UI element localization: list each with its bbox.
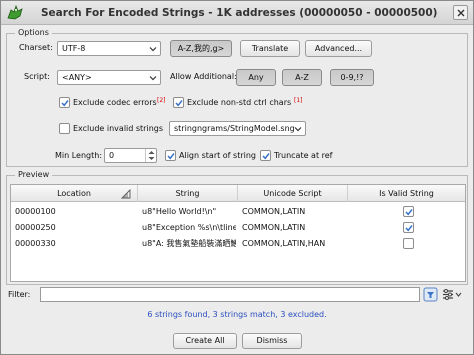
charset-select[interactable]: UTF-8 <box>57 41 161 56</box>
checkmark-icon <box>262 153 270 160</box>
script-value: <ANY> <box>62 73 92 82</box>
charset-label: Charset: <box>19 43 53 52</box>
filter-settings-icon[interactable] <box>442 288 462 303</box>
column-header-is-valid[interactable]: Is Valid String <box>348 185 465 202</box>
advanced-button[interactable]: Advanced... <box>305 40 372 57</box>
align-start-checkbox[interactable] <box>165 150 176 161</box>
cell-string: u8"A: 我售氣墊船裝滿晒鱔" <box>142 239 236 248</box>
dialog-window: Search For Encoded Strings - 1K addresse… <box>0 0 474 355</box>
cell-unicode-script: COMMON,LATIN <box>242 223 306 232</box>
allow-09-button[interactable]: 0-9,!? <box>330 69 374 86</box>
exclude-invalid-checkbox[interactable] <box>59 123 70 134</box>
cell-location: 00000330 <box>15 239 56 248</box>
script-label: Script: <box>24 72 50 81</box>
min-length-value: 0 <box>109 151 115 160</box>
table-row[interactable]: 00000330 u8"A: 我售氣墊船裝滿晒鱔" COMMON,LATIN,H… <box>11 236 465 252</box>
cell-location: 00000100 <box>15 207 56 216</box>
title-bar[interactable]: Search For Encoded Strings - 1K addresse… <box>1 1 473 25</box>
truncate-ref-label: Truncate at ref <box>274 151 333 160</box>
exclude-nonstd-checkbox[interactable] <box>173 97 184 108</box>
options-group: Options Charset: UTF-8 A-Z,我的,ǥ> Transla… <box>6 28 468 167</box>
is-valid-checkbox[interactable] <box>403 206 414 217</box>
cell-string: u8"Hello World!\n" <box>142 207 217 216</box>
column-config-icon[interactable] <box>120 188 131 205</box>
table-row[interactable]: 00000100 u8"Hello World!\n" COMMON,LATIN <box>11 204 465 220</box>
spinner-arrows-icon[interactable] <box>145 149 156 162</box>
min-length-spinner[interactable]: 0 <box>104 148 157 163</box>
table-row[interactable]: 00000250 u8"Exception %s\n\tline: ... CO… <box>11 220 465 236</box>
allow-az-button[interactable]: A-Z <box>282 69 322 86</box>
align-start-label: Align start of string <box>179 151 257 160</box>
string-model-select[interactable]: stringngrams/StringModel.sng <box>169 121 306 136</box>
column-header-location[interactable]: Location <box>11 185 138 202</box>
checkmark-icon <box>175 100 183 107</box>
status-message: 6 strings found, 3 strings match, 3 excl… <box>147 310 327 319</box>
create-all-button[interactable]: Create All <box>173 333 237 349</box>
script-select[interactable]: <ANY> <box>57 70 161 85</box>
exclude-codec-label: Exclude codec errors <box>73 98 157 107</box>
min-length-label: Min Length: <box>55 151 103 160</box>
options-legend: Options <box>15 28 52 37</box>
cell-unicode-script: COMMON,LATIN <box>242 207 306 216</box>
az-combo-toggle-button[interactable]: A-Z,我的,ǥ> <box>170 40 232 57</box>
truncate-ref-checkbox[interactable] <box>260 150 271 161</box>
column-header-string[interactable]: String <box>138 185 238 202</box>
dragon-app-icon <box>6 4 24 23</box>
string-model-value: stringngrams/StringModel.sng <box>174 124 295 133</box>
column-header-unicode-script[interactable]: Unicode Script <box>238 185 348 202</box>
charset-value: UTF-8 <box>62 44 86 53</box>
exclude-nonstd-count: [1] <box>294 97 303 104</box>
column-header-label: Location <box>57 189 91 198</box>
table-header: Location String Unicode Script Is Valid … <box>11 185 465 202</box>
is-valid-checkbox[interactable] <box>403 222 414 233</box>
window-title: Search For Encoded Strings - 1K addresse… <box>41 7 438 19</box>
chevron-down-icon <box>149 45 157 55</box>
chevron-down-icon <box>149 74 157 84</box>
chevron-down-icon <box>294 125 302 135</box>
is-valid-checkbox[interactable] <box>403 238 414 249</box>
filter-input[interactable] <box>40 287 420 302</box>
preview-legend: Preview <box>15 170 53 179</box>
preview-table[interactable]: Location String Unicode Script Is Valid … <box>10 184 466 282</box>
close-icon <box>457 9 465 17</box>
filter-label: Filter: <box>8 290 31 299</box>
exclude-codec-checkbox[interactable] <box>59 97 70 108</box>
filter-options-icon[interactable] <box>423 287 438 304</box>
exclude-nonstd-label: Exclude non-std ctrl chars <box>187 98 292 107</box>
close-button[interactable] <box>453 5 468 20</box>
dismiss-button[interactable]: Dismiss <box>242 333 302 349</box>
checkmark-icon <box>405 209 413 216</box>
exclude-codec-count: [2] <box>157 97 166 104</box>
allow-additional-label: Allow Additional: <box>170 72 237 81</box>
filter-bar: Filter: <box>6 287 470 303</box>
checkmark-icon <box>61 100 69 107</box>
allow-any-button[interactable]: Any <box>236 69 276 86</box>
cell-string: u8"Exception %s\n\tline: ... <box>142 223 236 232</box>
cell-location: 00000250 <box>15 223 56 232</box>
checkmark-icon <box>405 225 413 232</box>
checkmark-icon <box>167 153 175 160</box>
exclude-invalid-label: Exclude invalid strings <box>73 124 164 133</box>
translate-button[interactable]: Translate <box>240 40 300 57</box>
cell-unicode-script: COMMON,LATIN,HAN <box>242 239 326 248</box>
